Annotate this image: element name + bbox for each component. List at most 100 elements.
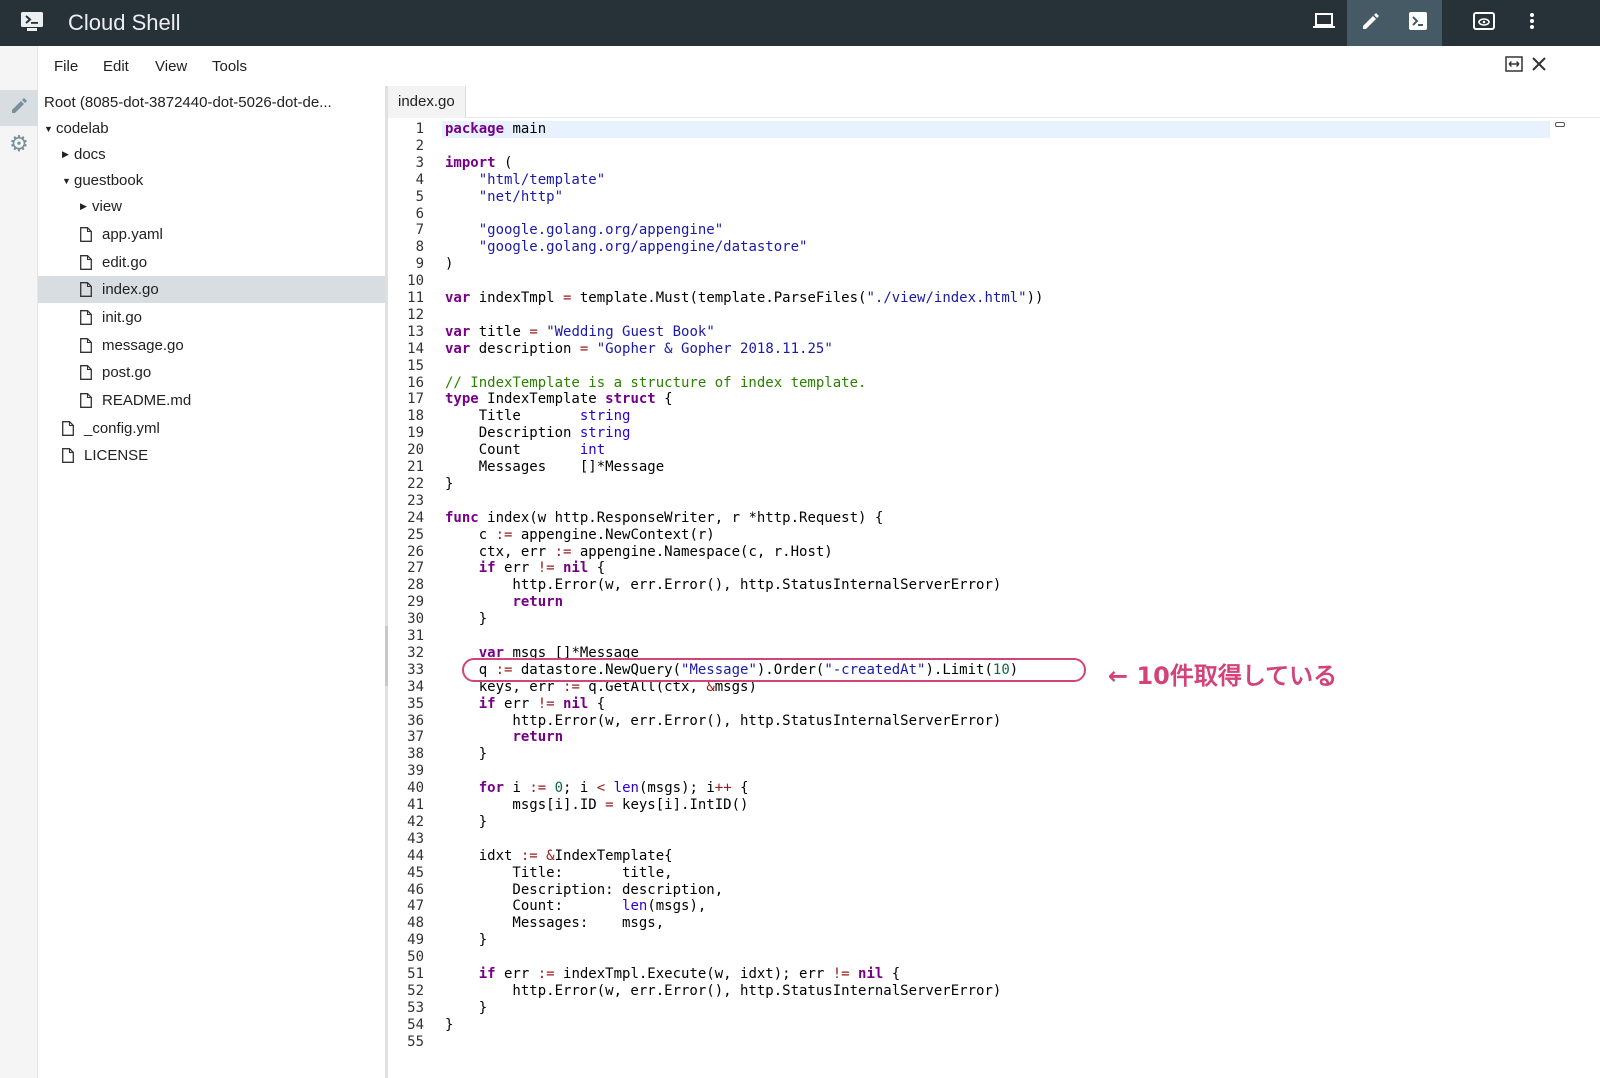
code-line[interactable]: msgs[i].ID = keys[i].IntID()	[445, 797, 748, 814]
line-number: 9	[415, 256, 424, 273]
code-line[interactable]: }	[445, 746, 487, 763]
line-number: 36	[407, 712, 424, 729]
settings-rail-button[interactable]: ⚙	[0, 126, 38, 162]
menu-file[interactable]: File	[54, 58, 78, 75]
tree-item-init-go[interactable]: init.go	[38, 304, 385, 331]
expand-editor-button[interactable]	[1504, 55, 1524, 76]
line-number: 24	[407, 509, 424, 526]
code-line[interactable]: var title = "Wedding Guest Book"	[445, 324, 715, 341]
code-line[interactable]: Count int	[445, 442, 605, 459]
code-line[interactable]: type IndexTemplate struct {	[445, 391, 673, 408]
line-number: 38	[407, 746, 424, 763]
tree-item-index-go[interactable]: index.go	[38, 276, 385, 303]
code-line[interactable]: if err != nil {	[445, 696, 605, 713]
cloud-shell-logo-icon	[20, 11, 44, 33]
annotation-text: ← 10件取得している	[1108, 662, 1338, 690]
app-title: Cloud Shell	[68, 10, 181, 35]
code-line[interactable]: "html/template"	[445, 172, 605, 189]
code-line[interactable]: Description: description,	[445, 882, 723, 899]
line-number: 50	[407, 949, 424, 966]
code-line[interactable]: }	[445, 1017, 453, 1034]
code-line[interactable]: import (	[445, 155, 512, 172]
code-line[interactable]: if err != nil {	[445, 560, 605, 577]
code-line[interactable]: }	[445, 611, 487, 628]
code-line[interactable]: package main	[445, 121, 546, 138]
code-line[interactable]: for i := 0; i < len(msgs); i++ {	[445, 780, 749, 797]
caret-right-icon[interactable]: ▶	[80, 201, 92, 212]
code-line[interactable]: Count: len(msgs),	[445, 898, 706, 915]
code-line[interactable]: http.Error(w, err.Error(), http.StatusIn…	[445, 577, 1001, 594]
laptop-button[interactable]	[1300, 0, 1348, 46]
code-line[interactable]: var indexTmpl = template.Must(template.P…	[445, 290, 1043, 307]
tree-item-edit-go[interactable]: edit.go	[38, 249, 385, 276]
highlight-oval	[462, 658, 1086, 682]
tree-item-post-go[interactable]: post.go	[38, 359, 385, 386]
code-line[interactable]: "net/http"	[445, 189, 563, 206]
file-icon	[62, 448, 74, 463]
tree-root[interactable]: Root (8085-dot-3872440-dot-5026-dot-de..…	[44, 94, 384, 111]
line-number: 37	[407, 729, 424, 746]
tree-item-view[interactable]: ▶ view	[38, 193, 385, 220]
code-line[interactable]: Messages: msgs,	[445, 915, 664, 932]
code-line[interactable]: }	[445, 1000, 487, 1017]
more-menu-button[interactable]	[1508, 0, 1556, 46]
line-number: 19	[407, 425, 424, 442]
editor-rail-button[interactable]	[0, 90, 38, 126]
code-line[interactable]: idxt := &IndexTemplate{	[445, 848, 673, 865]
tree-item-label: README.md	[102, 392, 192, 409]
code-line[interactable]: )	[445, 256, 453, 273]
code-line[interactable]: if err := indexTmpl.Execute(w, idxt); er…	[445, 966, 900, 983]
line-number: 18	[407, 408, 424, 425]
tree-item-message-go[interactable]: message.go	[38, 332, 385, 359]
tree-item-codelab[interactable]: ▼ codelab	[38, 115, 385, 142]
pencil-edit-icon	[1361, 11, 1381, 36]
code-line[interactable]: http.Error(w, err.Error(), http.StatusIn…	[445, 983, 1001, 1000]
tree-item-readme-md[interactable]: README.md	[38, 387, 385, 414]
tree-item-guestbook[interactable]: ▼ guestbook	[38, 167, 385, 194]
file-icon	[80, 393, 92, 408]
menu-bar: File Edit View Tools	[38, 46, 1600, 86]
line-number: 53	[407, 999, 424, 1016]
code-line[interactable]: http.Error(w, err.Error(), http.StatusIn…	[445, 713, 1001, 730]
tree-item-license[interactable]: LICENSE	[38, 442, 385, 469]
code-line[interactable]: return	[445, 729, 563, 746]
tab-index-go[interactable]: index.go	[388, 86, 466, 118]
terminal-button[interactable]	[1394, 0, 1442, 46]
web-preview-button[interactable]	[1460, 0, 1508, 46]
tree-item-docs[interactable]: ▶ docs	[38, 141, 385, 168]
menu-edit[interactable]: Edit	[103, 58, 129, 75]
code-line[interactable]: }	[445, 932, 487, 949]
code-line[interactable]: var description = "Gopher & Gopher 2018.…	[445, 341, 833, 358]
line-number: 2	[415, 137, 424, 154]
code-line[interactable]: Messages []*Message	[445, 459, 664, 476]
scrollbar-marker[interactable]	[1555, 122, 1565, 127]
line-number: 41	[407, 797, 424, 813]
tree-item-label: init.go	[102, 309, 143, 326]
code-line[interactable]: ctx, err := appengine.Namespace(c, r.Hos…	[445, 544, 833, 561]
code-line[interactable]: c := appengine.NewContext(r)	[445, 527, 715, 544]
code-line[interactable]: Title string	[445, 408, 631, 425]
tree-item-label: codelab	[56, 120, 109, 137]
code-line[interactable]: func index(w http.ResponseWriter, r *htt…	[445, 510, 883, 527]
code-line[interactable]: return	[445, 594, 563, 611]
code-line[interactable]: Description string	[445, 425, 631, 442]
close-editor-button[interactable]	[1529, 56, 1549, 76]
caret-down-icon[interactable]: ▼	[44, 124, 56, 134]
menu-view[interactable]: View	[155, 58, 187, 75]
code-line[interactable]: }	[445, 476, 453, 493]
tree-item-config-yml[interactable]: _config.yml	[38, 415, 385, 442]
tree-item-app-yaml[interactable]: app.yaml	[38, 221, 385, 248]
line-number: 47	[407, 898, 424, 915]
left-rail: ⚙	[0, 46, 38, 1078]
edit-button[interactable]	[1347, 0, 1395, 46]
code-line[interactable]: // IndexTemplate is a structure of index…	[445, 375, 866, 392]
code-line[interactable]: Title: title,	[445, 865, 672, 882]
caret-down-icon[interactable]: ▼	[62, 176, 74, 186]
caret-right-icon[interactable]: ▶	[62, 149, 74, 160]
code-line[interactable]: "google.golang.org/appengine"	[445, 222, 723, 239]
menu-tools[interactable]: Tools	[212, 58, 247, 75]
line-number: 29	[407, 594, 424, 611]
code-line[interactable]: }	[445, 814, 487, 831]
code-line[interactable]: "google.golang.org/appengine/datastore"	[445, 239, 808, 256]
line-number: 46	[407, 881, 424, 898]
